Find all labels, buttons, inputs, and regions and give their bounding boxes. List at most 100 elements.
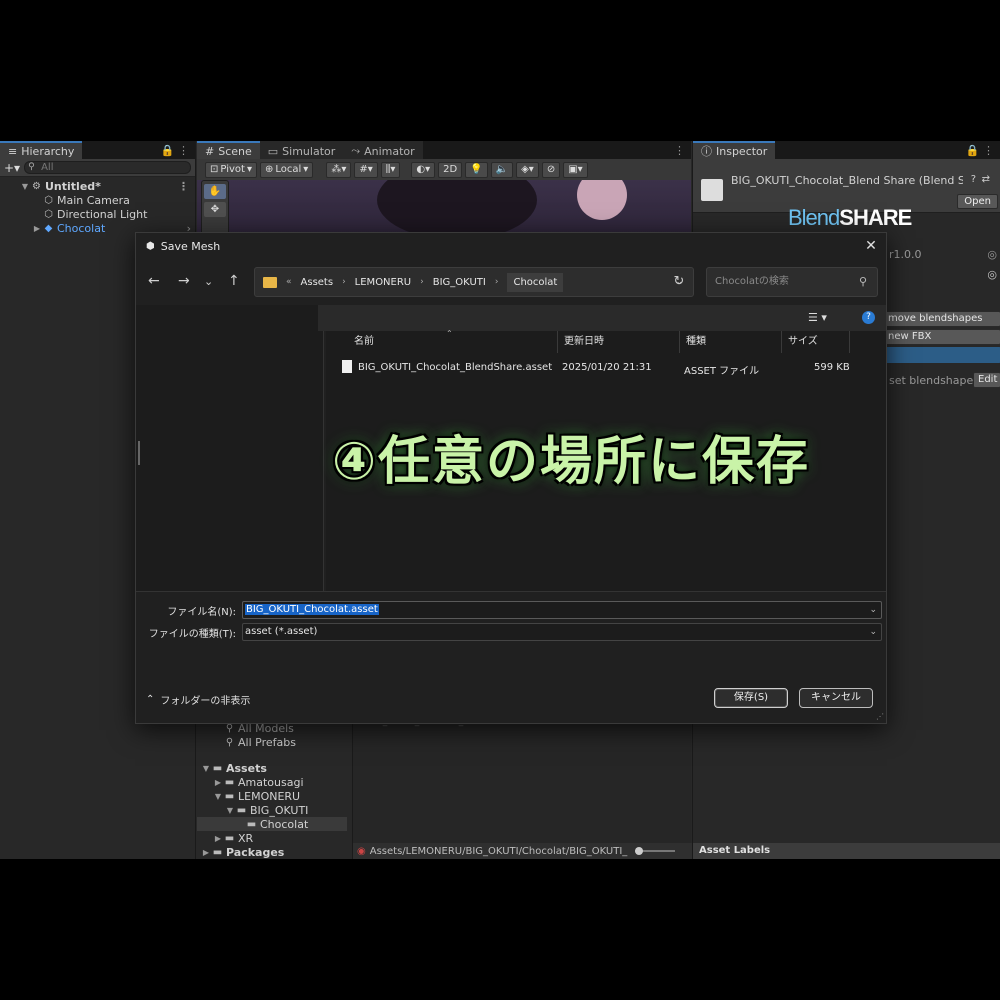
new-fbx-button[interactable]: new FBX bbox=[883, 329, 1000, 345]
navigation-pane[interactable] bbox=[136, 305, 324, 591]
increment-snap-button[interactable]: ⫼▾ bbox=[380, 161, 401, 178]
pivot-label: Pivot bbox=[220, 164, 245, 175]
resize-grip-icon[interactable]: ⋰ bbox=[876, 712, 884, 721]
visibility-icon[interactable]: ⊘ bbox=[541, 161, 561, 178]
folder-icon: ▬ bbox=[246, 818, 257, 830]
address-bar[interactable]: « Assets › LEMONERU › BIG_OKUTI › Chocol… bbox=[254, 267, 694, 297]
effects-icon[interactable]: ◈▾ bbox=[516, 161, 539, 178]
back-arrow-icon[interactable]: ← bbox=[148, 273, 160, 289]
column-name-label: 名前 bbox=[354, 336, 374, 347]
scene-viewport[interactable] bbox=[197, 180, 691, 240]
expand-arrow-icon[interactable]: ▶ bbox=[201, 848, 211, 857]
add-icon[interactable]: +▾ bbox=[4, 161, 20, 175]
expand-arrow-icon[interactable]: ▶ bbox=[32, 224, 42, 233]
lock-icon[interactable]: 🔒 ⋮ bbox=[161, 144, 189, 157]
folder-amatousagi[interactable]: ▶ ▬ Amatousagi bbox=[197, 775, 347, 789]
folder-assets[interactable]: ▼ ▬ Assets bbox=[197, 761, 347, 775]
list-icon: ≡ bbox=[8, 144, 18, 158]
hide-folders-toggle[interactable]: ⌃ フォルダーの非表示 bbox=[146, 692, 250, 707]
local-dropdown[interactable]: ⊕ Local ▾ bbox=[259, 161, 314, 178]
tab-hierarchy[interactable]: ≡ Hierarchy bbox=[0, 141, 83, 159]
target-icon[interactable]: ◎ bbox=[987, 268, 997, 281]
project-folders: ⚲ All Models ⚲ All Prefabs ▼ ▬ Assets ▶ … bbox=[197, 721, 347, 859]
file-row[interactable]: BIG_OKUTI_Chocolat_BlendShare.asset 2025… bbox=[330, 359, 850, 379]
folder-icon bbox=[263, 276, 277, 288]
expand-arrow-icon[interactable]: ▶ bbox=[213, 834, 223, 843]
column-header-size[interactable]: サイズ bbox=[782, 331, 850, 353]
save-button[interactable]: 保存(S) bbox=[714, 688, 788, 708]
help-icon[interactable]: ? bbox=[862, 311, 875, 324]
more-icon[interactable]: ⋮ bbox=[178, 180, 189, 193]
lighting-icon[interactable]: 💡 bbox=[465, 161, 488, 178]
filename-input[interactable]: BIG_OKUTI_Chocolat.asset ⌄ bbox=[242, 601, 882, 619]
column-header-date[interactable]: 更新日時 bbox=[558, 331, 680, 353]
lock-icon[interactable]: 🔒 ⋮ bbox=[966, 144, 994, 157]
cancel-button[interactable]: キャンセル bbox=[799, 688, 873, 708]
remove-blendshapes-button[interactable]: move blendshapes bbox=[883, 311, 1000, 327]
chevron-down-icon[interactable]: ⌄ bbox=[869, 602, 877, 618]
breadcrumb-overflow[interactable]: « bbox=[286, 277, 292, 287]
tree-item-scene[interactable]: ▼ ⚙ Untitled* ⋮ bbox=[0, 179, 195, 193]
breadcrumb-item-current[interactable]: Chocolat bbox=[507, 272, 564, 292]
tab-inspector[interactable]: ⓘ Inspector bbox=[693, 141, 776, 159]
asset-labels-header[interactable]: Asset Labels bbox=[693, 843, 1000, 859]
folder-icon: ▬ bbox=[212, 846, 223, 858]
folder-big-okuti[interactable]: ▼ ▬ BIG_OKUTI bbox=[197, 803, 347, 817]
chevron-down-icon[interactable]: ⌄ bbox=[869, 624, 877, 640]
close-icon[interactable]: ✕ bbox=[862, 237, 880, 255]
hand-tool-icon[interactable]: ✋ bbox=[204, 184, 226, 199]
splitter-handle[interactable] bbox=[138, 441, 140, 465]
file-icon bbox=[342, 360, 352, 373]
file-size: 599 KB bbox=[814, 362, 850, 373]
chevron-down-icon[interactable]: ⌄ bbox=[204, 275, 213, 288]
settings-icon[interactable]: ⇄ bbox=[982, 174, 990, 185]
selected-row[interactable] bbox=[883, 347, 1000, 363]
tree-item-directional-light[interactable]: ⬡ Directional Light bbox=[0, 207, 195, 221]
tab-animator[interactable]: ⤳ Animator bbox=[343, 141, 423, 159]
folder-xr[interactable]: ▶ ▬ XR bbox=[197, 831, 347, 845]
open-button[interactable]: Open bbox=[957, 194, 998, 209]
grid-snap-button[interactable]: ⁂▾ bbox=[326, 161, 352, 178]
tab-scene[interactable]: # Scene bbox=[197, 141, 260, 159]
tree-item-main-camera[interactable]: ⬡ Main Camera bbox=[0, 193, 195, 207]
mode-2d-button[interactable]: 2D bbox=[438, 161, 463, 178]
forward-arrow-icon[interactable]: → bbox=[178, 273, 190, 289]
hierarchy-search-input[interactable]: ⚲ All bbox=[24, 161, 191, 174]
folder-search-input[interactable]: Chocolatの検索 ⚲ bbox=[706, 267, 878, 297]
up-arrow-icon[interactable]: ↑ bbox=[228, 273, 240, 289]
view-mode-icon[interactable]: ☰ ▾ bbox=[808, 311, 827, 324]
shading-button[interactable]: ◐▾ bbox=[411, 161, 436, 178]
edit-button[interactable]: Edit bbox=[973, 372, 1000, 388]
character-ear bbox=[577, 180, 627, 220]
refresh-icon[interactable]: ↻ bbox=[664, 267, 694, 297]
expand-arrow-icon[interactable]: ▼ bbox=[225, 806, 235, 815]
expand-arrow-icon[interactable]: ▼ bbox=[20, 182, 30, 191]
camera-icon[interactable]: ▣▾ bbox=[563, 161, 588, 178]
grid-button[interactable]: #▾ bbox=[354, 161, 378, 178]
column-header-type[interactable]: 種類 bbox=[680, 331, 782, 353]
folder-lemoneru[interactable]: ▼ ▬ LEMONERU bbox=[197, 789, 347, 803]
expand-arrow-icon[interactable]: ▼ bbox=[201, 764, 211, 773]
breadcrumb-item[interactable]: Assets bbox=[301, 277, 334, 288]
pivot-dropdown[interactable]: ⊡ Pivot ▾ bbox=[205, 161, 257, 178]
zoom-slider[interactable] bbox=[635, 847, 676, 855]
expand-arrow-icon[interactable]: ▼ bbox=[213, 792, 223, 801]
folder-chocolat[interactable]: ▬ Chocolat bbox=[197, 817, 347, 831]
tab-simulator[interactable]: ▭ Simulator bbox=[259, 141, 344, 159]
expand-arrow-icon[interactable]: ▶ bbox=[213, 778, 223, 787]
breadcrumb-item[interactable]: LEMONERU bbox=[355, 277, 411, 288]
unity-scene-icon: ⚙ bbox=[32, 180, 41, 192]
target-icon[interactable]: ◎ bbox=[987, 248, 997, 261]
column-header-name[interactable]: 名前 ⌃ bbox=[348, 329, 558, 353]
favorite-label: All Prefabs bbox=[238, 735, 296, 749]
move-tool-icon[interactable]: ✥ bbox=[204, 202, 226, 217]
more-icon[interactable]: ⋮ bbox=[674, 144, 685, 157]
favorite-all-prefabs[interactable]: ⚲ All Prefabs bbox=[197, 735, 347, 749]
audio-icon[interactable]: 🔈 bbox=[490, 161, 514, 178]
filetype-select[interactable]: asset (*.asset) ⌄ bbox=[242, 623, 882, 641]
file-name: BIG_OKUTI_Chocolat_BlendShare.asset bbox=[358, 362, 553, 373]
gameobject-icon: ⬡ bbox=[44, 208, 53, 220]
help-icon[interactable]: ? bbox=[971, 174, 976, 185]
breadcrumb-item[interactable]: BIG_OKUTI bbox=[433, 277, 486, 288]
folder-packages[interactable]: ▶ ▬ Packages bbox=[197, 845, 347, 859]
